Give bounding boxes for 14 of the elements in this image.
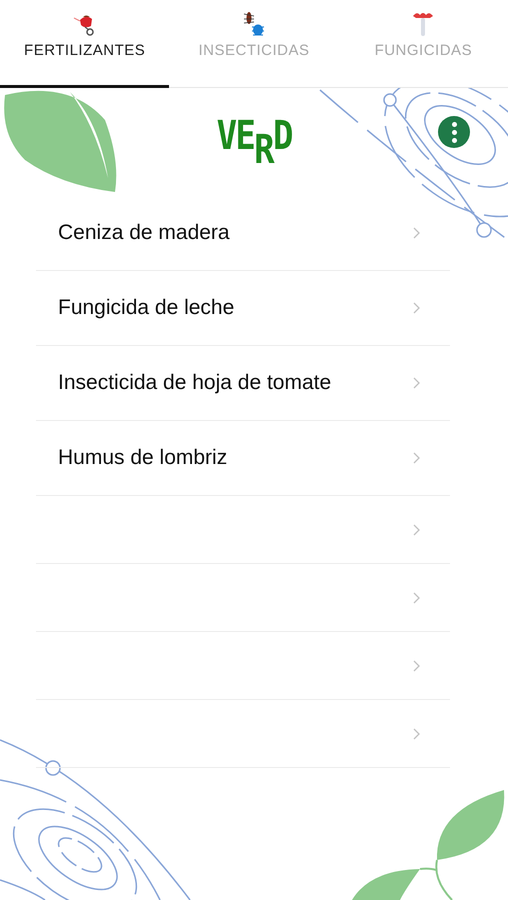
chevron-icon: [413, 302, 420, 314]
chevron-icon: [413, 377, 420, 389]
tab[interactable]: FERTILIZANTES: [0, 0, 170, 88]
chevron-icon: [413, 728, 420, 740]
list-item[interactable]: Fungicida de leche: [36, 271, 450, 346]
more-menu-button[interactable]: [438, 116, 470, 148]
chevron-icon: [413, 592, 420, 604]
chevron-icon: [413, 524, 420, 536]
chevron-icon: [413, 452, 420, 464]
chevron-icon: [413, 660, 420, 672]
chevron-icon: [413, 227, 420, 239]
list-item[interactable]: Ceniza de madera: [36, 196, 450, 271]
list-item[interactable]: Insecticida de hoja de tomate: [36, 346, 450, 421]
list-item[interactable]: Humus de lombriz: [36, 421, 450, 496]
